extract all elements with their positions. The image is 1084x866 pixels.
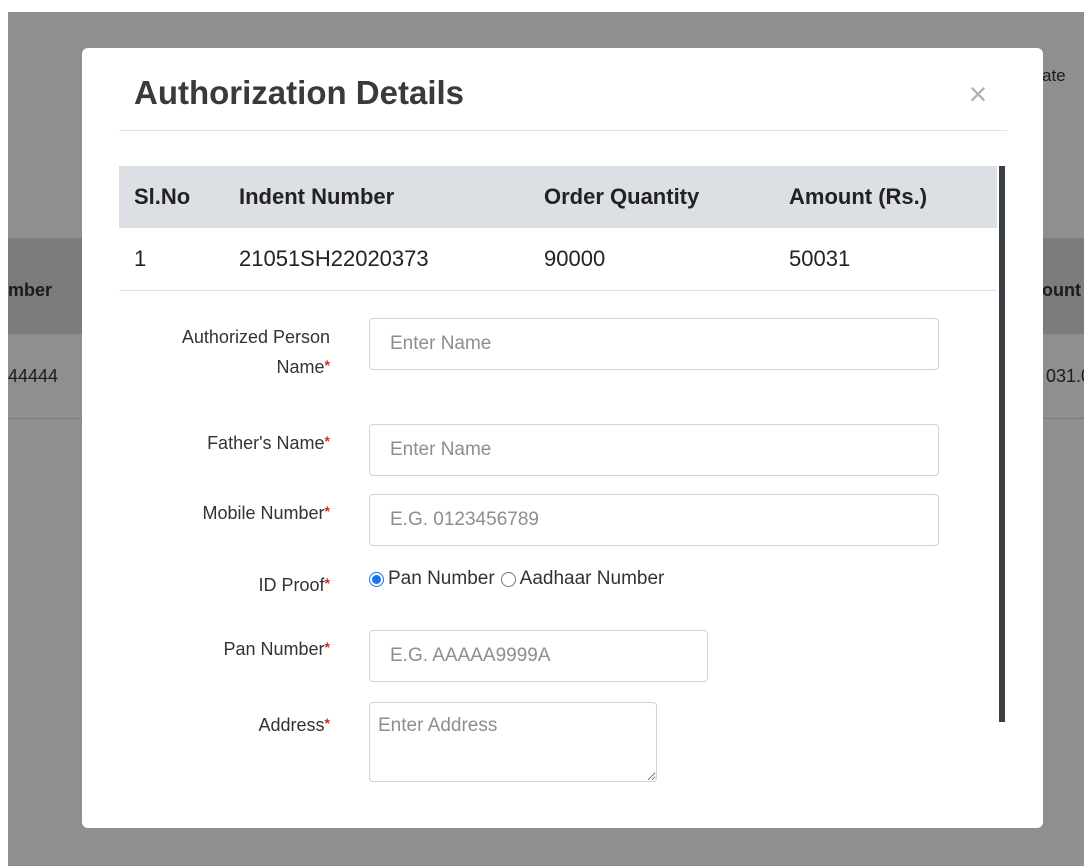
authorized-person-label: Authorized Person Name* — [181, 327, 330, 377]
column-header: Amount (Rs.) — [774, 166, 997, 228]
background-cell-left: 44444 — [8, 366, 59, 386]
required-marker: * — [324, 639, 330, 655]
left-edge — [0, 12, 8, 866]
required-marker: * — [324, 715, 330, 731]
required-marker: * — [324, 433, 330, 449]
pan-number-radio[interactable] — [369, 571, 384, 587]
table-header-row: Sl.No Indent Number Order Quantity Amoun… — [119, 166, 997, 228]
background-header-left: mber — [8, 280, 53, 300]
modal-title: Authorization Details — [134, 74, 465, 111]
background-header-right: ount — [1042, 280, 1081, 300]
table-cell: 50031 — [774, 228, 997, 291]
required-marker: * — [324, 575, 330, 591]
scrollbar[interactable] — [999, 166, 1005, 722]
indent-table: Sl.No Indent Number Order Quantity Amoun… — [119, 166, 997, 291]
background-top-right-text: ate — [1042, 66, 1066, 85]
address-label: Address* — [258, 715, 331, 735]
column-header: Indent Number — [224, 166, 529, 228]
aadhaar-number-option[interactable]: Aadhaar Number — [500, 568, 664, 590]
title-divider — [119, 130, 1007, 131]
id-proof-label: ID Proof* — [258, 575, 330, 595]
pan-number-input[interactable] — [369, 630, 708, 682]
table-cell: 90000 — [529, 228, 774, 291]
address-textarea[interactable] — [369, 702, 657, 782]
column-header: Sl.No — [119, 166, 224, 228]
authorization-modal: Authorization Details × Sl.No Indent Num… — [82, 48, 1043, 828]
required-marker: * — [324, 503, 330, 519]
required-marker: * — [324, 357, 330, 373]
id-proof-radio-group: Pan Number Aadhaar Number — [369, 568, 664, 590]
table-cell: 1 — [119, 228, 224, 291]
pan-number-option[interactable]: Pan Number — [369, 568, 495, 590]
fathers-name-input[interactable] — [369, 424, 939, 476]
table-cell: 21051SH22020373 — [224, 228, 529, 291]
close-icon[interactable]: × — [962, 78, 994, 110]
mobile-number-input[interactable] — [369, 494, 939, 546]
column-header: Order Quantity — [529, 166, 774, 228]
mobile-number-label: Mobile Number* — [202, 503, 331, 523]
aadhaar-number-radio[interactable] — [500, 571, 516, 587]
table-row: 1 21051SH22020373 90000 50031 — [119, 228, 997, 291]
top-bar — [0, 0, 1084, 12]
fathers-name-label: Father's Name* — [207, 433, 330, 453]
background-cell-right: 031.0 — [1046, 366, 1084, 386]
authorized-person-name-input[interactable] — [369, 318, 939, 370]
pan-number-label: Pan Number* — [223, 639, 330, 659]
